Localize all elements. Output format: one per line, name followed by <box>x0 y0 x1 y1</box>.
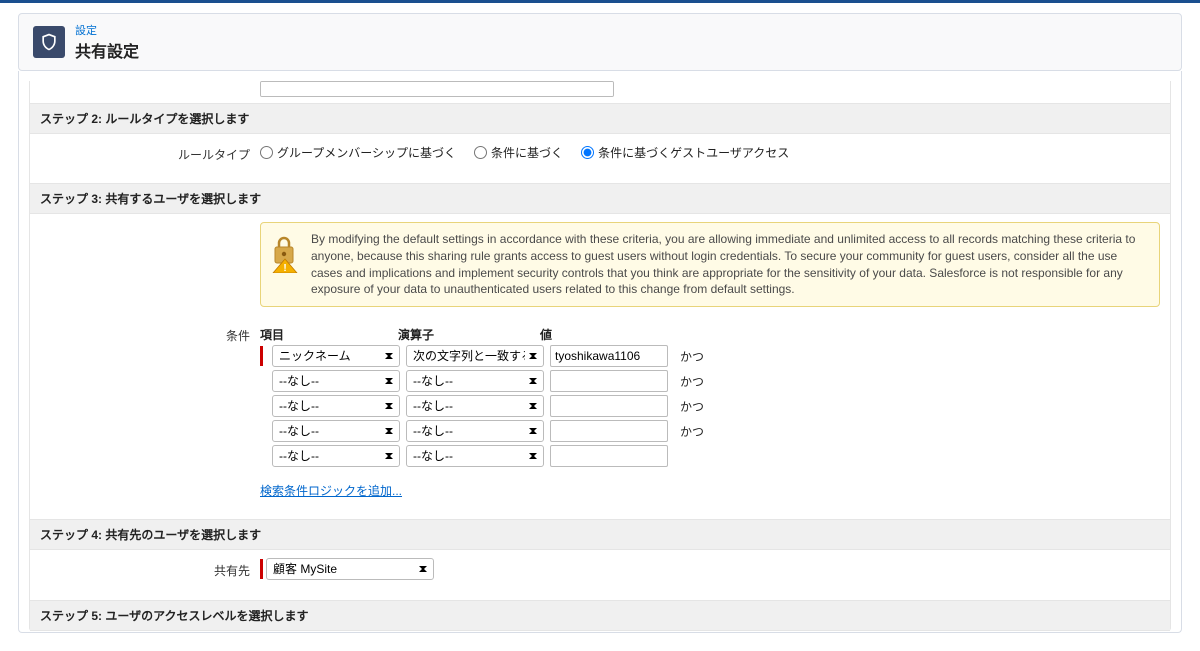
criteria-row: --なし-- --なし-- <box>260 445 1160 467</box>
required-indicator <box>260 346 263 366</box>
page-title: 共有設定 <box>75 38 139 62</box>
criteria-row: --なし-- --なし-- かつ <box>260 370 1160 392</box>
and-label: かつ <box>674 398 704 415</box>
step2-body: ルールタイプ グループメンバーシップに基づく 条件に基づく <box>30 134 1170 183</box>
criteria-value-input-4[interactable] <box>550 445 668 467</box>
criteria-value-input-2[interactable] <box>550 395 668 417</box>
radio-guest[interactable] <box>581 146 594 159</box>
required-indicator <box>260 559 263 579</box>
step4-header: ステップ 4: 共有先のユーザを選択します <box>30 519 1170 550</box>
criteria-column-headers: 項目 演算子 値 <box>260 323 1160 345</box>
step3-body: ! By modifying the default settings in a… <box>30 214 1170 519</box>
step2-header: ステップ 2: ルールタイプを選択します <box>30 103 1170 134</box>
criteria-operator-select-3[interactable]: --なし-- <box>406 420 544 442</box>
criteria-field-select-4[interactable]: --なし-- <box>272 445 400 467</box>
criteria-operator-select-0[interactable]: 次の文字列と一致する <box>406 345 544 367</box>
and-label: かつ <box>674 373 704 390</box>
criteria-value-input-0[interactable] <box>550 345 668 367</box>
step1-tail <box>30 81 1170 103</box>
step3-header: ステップ 3: 共有するユーザを選択します <box>30 183 1170 214</box>
criteria-field-select-0[interactable]: ニックネーム <box>272 345 400 367</box>
rule-type-radio-group: グループメンバーシップに基づく 条件に基づく 条件に基づくゲストユーザアクセス <box>260 142 1160 161</box>
and-label: かつ <box>674 423 704 440</box>
step5-body: ユーザのアクセス権 ✓ 参照のみ <box>30 631 1170 633</box>
step5-header: ステップ 5: ユーザのアクセスレベルを選択します <box>30 600 1170 631</box>
criteria-row: --なし-- --なし-- かつ <box>260 395 1160 417</box>
lock-warning-icon: ! <box>269 233 301 273</box>
criteria-value-input-3[interactable] <box>550 420 668 442</box>
share-with-label: 共有先 <box>40 558 260 579</box>
rule-type-membership[interactable]: グループメンバーシップに基づく <box>260 144 456 161</box>
criteria-operator-select-2[interactable]: --なし-- <box>406 395 544 417</box>
add-filter-logic-link[interactable]: 検索条件ロジックを追加... <box>260 482 402 499</box>
warning-text: By modifying the default settings in acc… <box>311 232 1135 296</box>
col-operator-header: 演算子 <box>398 326 540 343</box>
criteria-row: --なし-- --なし-- かつ <box>260 420 1160 442</box>
criteria-field-select-3[interactable]: --なし-- <box>272 420 400 442</box>
step4-body: 共有先 顧客 MySite <box>30 550 1170 600</box>
shield-icon <box>33 26 65 58</box>
rule-type-guest[interactable]: 条件に基づくゲストユーザアクセス <box>581 144 789 161</box>
radio-membership[interactable] <box>260 146 273 159</box>
criteria-field-select-1[interactable]: --なし-- <box>272 370 400 392</box>
description-textarea[interactable] <box>260 81 614 97</box>
and-label: かつ <box>674 348 704 365</box>
col-value-header: 値 <box>540 326 668 343</box>
criteria-label: 条件 <box>40 323 260 344</box>
rule-type-criteria[interactable]: 条件に基づく <box>474 144 563 161</box>
col-field-header: 項目 <box>260 326 398 343</box>
criteria-value-input-1[interactable] <box>550 370 668 392</box>
criteria-operator-select-4[interactable]: --なし-- <box>406 445 544 467</box>
page-header: 設定 共有設定 <box>18 13 1182 71</box>
radio-criteria[interactable] <box>474 146 487 159</box>
criteria-field-select-2[interactable]: --なし-- <box>272 395 400 417</box>
svg-text:!: ! <box>283 263 286 273</box>
breadcrumb[interactable]: 設定 <box>75 22 139 38</box>
form-panel: ステップ 2: ルールタイプを選択します ルールタイプ グループメンバーシップに… <box>29 81 1171 631</box>
criteria-row: ニックネーム 次の文字列と一致する かつ <box>260 345 1160 367</box>
warning-box: ! By modifying the default settings in a… <box>260 222 1160 307</box>
criteria-operator-select-1[interactable]: --なし-- <box>406 370 544 392</box>
page-root: 設定 共有設定 ステップ 2: ルールタイプを選択します ルールタイプ <box>0 0 1200 651</box>
content-panel: ステップ 2: ルールタイプを選択します ルールタイプ グループメンバーシップに… <box>18 71 1182 633</box>
rule-type-label: ルールタイプ <box>40 142 260 163</box>
share-with-select[interactable]: 顧客 MySite <box>266 558 434 580</box>
